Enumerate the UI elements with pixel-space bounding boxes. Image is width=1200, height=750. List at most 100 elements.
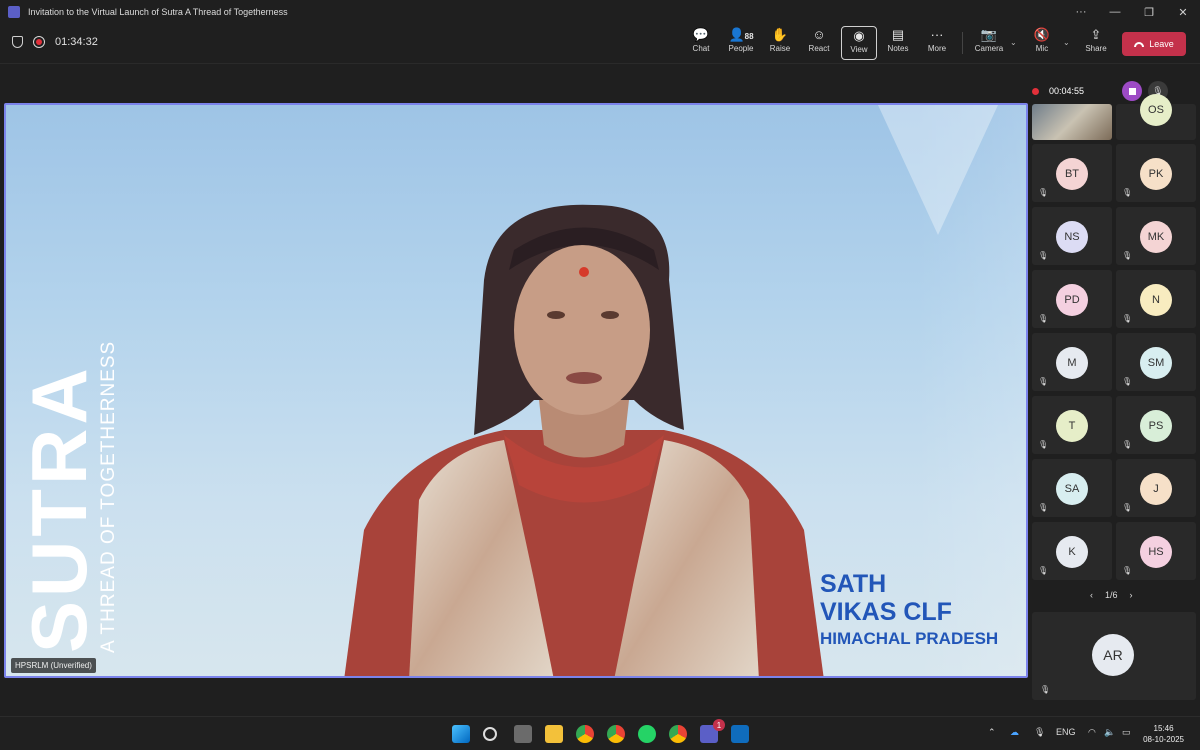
- participant-tile[interactable]: N 🎙: [1116, 270, 1196, 328]
- caption-line-1: SATH: [820, 570, 887, 598]
- avatar: SA: [1056, 473, 1088, 505]
- volume-muted-icon[interactable]: 🔈: [1104, 727, 1115, 738]
- mic-off-icon: 🔇: [1033, 27, 1051, 42]
- mic-off-icon: 🎙: [1038, 314, 1049, 323]
- react-button[interactable]: ☺ React: [801, 26, 837, 60]
- whatsapp-icon[interactable]: [638, 725, 656, 743]
- mic-options-chevron-icon[interactable]: ⌄: [1063, 38, 1070, 47]
- participant-tile[interactable]: SA 🎙: [1032, 459, 1112, 517]
- phone-hangup-icon: [1134, 41, 1145, 47]
- mic-off-icon: 🎙: [1122, 314, 1133, 323]
- smiley-icon: ☺: [812, 27, 826, 42]
- main-video-stage[interactable]: SUTRA A THREAD OF TOGETHERNESS SATH VIKA…: [4, 103, 1028, 678]
- battery-icon[interactable]: ▭: [1122, 727, 1131, 738]
- participant-tile[interactable]: M 🎙: [1032, 333, 1112, 391]
- restore-button[interactable]: ❐: [1132, 6, 1166, 19]
- participant-tile[interactable]: J 🎙: [1116, 459, 1196, 517]
- participant-tile[interactable]: [1032, 104, 1112, 140]
- raise-hand-button[interactable]: ✋ Raise: [762, 26, 798, 60]
- pager-label: 1/6: [1105, 590, 1118, 600]
- whiteboard-icon[interactable]: [731, 725, 749, 743]
- system-clock[interactable]: 15:46 08-10-2025: [1143, 723, 1184, 745]
- mic-button[interactable]: 🔇 Mic: [1024, 26, 1060, 60]
- notes-button[interactable]: ▤ Notes: [880, 26, 916, 60]
- search-icon[interactable]: [483, 727, 497, 741]
- participant-tile[interactable]: PS 🎙: [1116, 396, 1196, 454]
- view-button[interactable]: ◉ View: [841, 26, 877, 60]
- participant-tile[interactable]: SM 🎙: [1116, 333, 1196, 391]
- sutra-tagline: A THREAD OF TOGETHERNESS: [98, 340, 119, 653]
- people-button[interactable]: 👤88 People: [722, 26, 760, 60]
- speaker-name-tag: HPSRLM (Unverified): [11, 658, 96, 673]
- caption-line-3: HIMACHAL PRADESH: [820, 629, 999, 648]
- start-icon[interactable]: [452, 725, 470, 743]
- recording-bar: 00:04:55 🎙: [1028, 78, 1200, 104]
- language-indicator[interactable]: ENG: [1056, 727, 1076, 737]
- onedrive-icon[interactable]: ☁: [1010, 727, 1019, 738]
- chrome-icon[interactable]: [576, 725, 594, 743]
- camera-button[interactable]: 📷 Camera: [971, 26, 1007, 60]
- clock-time: 15:46: [1153, 724, 1174, 733]
- participant-tile[interactable]: OS: [1116, 94, 1196, 140]
- share-icon: ⇪: [1090, 27, 1102, 42]
- participant-tile[interactable]: HS 🎙: [1116, 522, 1196, 580]
- window-controls: ··· — ❐ ✕: [1064, 0, 1200, 24]
- self-view-tile[interactable]: AR 🎙: [1032, 612, 1196, 700]
- camera-options-chevron-icon[interactable]: ⌄: [1010, 38, 1017, 47]
- mic-off-icon: 🎙: [1038, 566, 1049, 575]
- wifi-icon[interactable]: ◠: [1088, 727, 1096, 738]
- mic-off-icon: 🎙: [1040, 685, 1051, 694]
- file-explorer-icon[interactable]: [545, 725, 563, 743]
- participant-pager: ‹ 1/6 ›: [1090, 590, 1133, 600]
- participant-tile[interactable]: BT 🎙: [1032, 144, 1112, 202]
- share-button[interactable]: ⇪ Share: [1078, 26, 1114, 60]
- chrome-alt-icon[interactable]: [669, 725, 687, 743]
- microphone-icon[interactable]: 🎙: [1034, 727, 1045, 738]
- recording-indicator-icon: [33, 36, 45, 48]
- avatar: MK: [1140, 221, 1172, 253]
- avatar: AR: [1092, 634, 1134, 676]
- mic-off-icon: 🎙: [1122, 440, 1133, 449]
- minimize-button[interactable]: —: [1098, 6, 1132, 18]
- chat-button[interactable]: 💬 Chat: [683, 26, 719, 60]
- mic-off-icon: 🎙: [1122, 503, 1133, 512]
- participant-tile[interactable]: K 🎙: [1032, 522, 1112, 580]
- participant-tile[interactable]: MK 🎙: [1116, 207, 1196, 265]
- leave-button[interactable]: Leave: [1122, 32, 1186, 56]
- participant-tile[interactable]: PD 🎙: [1032, 270, 1112, 328]
- mic-off-icon: 🎙: [1038, 377, 1049, 386]
- chrome-profile-icon[interactable]: [607, 725, 625, 743]
- background-triangle: [878, 105, 998, 235]
- shield-icon: [12, 36, 23, 48]
- participant-tile[interactable]: NS 🎙: [1032, 207, 1112, 265]
- pager-next-button[interactable]: ›: [1130, 590, 1133, 600]
- pager-prev-button[interactable]: ‹: [1090, 590, 1093, 600]
- sutra-brand-text: SUTRA: [15, 364, 103, 653]
- avatar: PK: [1140, 158, 1172, 190]
- teams-notification-badge: 1: [713, 719, 725, 731]
- speaker-video: [344, 204, 824, 676]
- participant-tile[interactable]: T 🎙: [1032, 396, 1112, 454]
- mic-off-icon: 🎙: [1122, 188, 1133, 197]
- recording-dot-icon: [1032, 87, 1039, 95]
- participant-tile[interactable]: PK 🎙: [1116, 144, 1196, 202]
- task-view-icon[interactable]: [514, 725, 532, 743]
- chevron-up-icon[interactable]: ⌃: [988, 727, 996, 738]
- close-button[interactable]: ✕: [1166, 6, 1200, 19]
- avatar: BT: [1056, 158, 1088, 190]
- stop-recording-button[interactable]: [1122, 81, 1142, 101]
- meeting-status: 01:34:32: [12, 36, 98, 48]
- toolbar-divider: [962, 32, 963, 54]
- avatar: OS: [1140, 94, 1172, 126]
- more-icon: ···: [930, 27, 944, 42]
- windows-taskbar: 1 ⌃ ☁ 🎙 ENG ◠ 🔈 ▭ 15:46 08-10-2025: [0, 716, 1200, 750]
- avatar: T: [1056, 410, 1088, 442]
- teams-app-icon: [8, 6, 20, 18]
- mic-off-icon: 🎙: [1038, 251, 1049, 260]
- avatar: N: [1140, 284, 1172, 316]
- recording-time: 00:04:55: [1049, 86, 1085, 96]
- avatar: PD: [1056, 284, 1088, 316]
- more-button[interactable]: ··· More: [919, 26, 955, 60]
- more-options-icon[interactable]: ···: [1064, 6, 1098, 18]
- hand-icon: ✋: [771, 27, 789, 42]
